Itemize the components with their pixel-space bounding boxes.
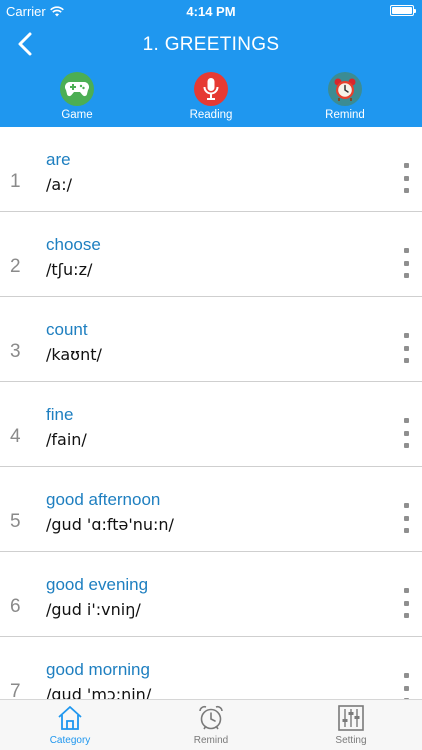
item-word: count <box>46 320 88 339</box>
list-item[interactable]: 3 count /kaʊnt/ <box>0 297 422 382</box>
reading-button[interactable]: Reading <box>166 72 256 121</box>
alarm-clock-icon <box>328 72 362 106</box>
game-button[interactable]: Game <box>32 72 122 121</box>
tab-category-label: Category <box>49 735 91 746</box>
tab-setting-label: Setting <box>335 735 367 746</box>
more-options-icon[interactable] <box>400 333 412 363</box>
status-time: 4:14 PM <box>186 4 236 19</box>
tab-setting[interactable]: Setting <box>301 704 401 746</box>
item-number: 7 <box>10 681 21 699</box>
item-number: 3 <box>10 341 21 362</box>
home-icon <box>58 706 82 730</box>
more-options-icon[interactable] <box>400 418 412 448</box>
more-options-icon[interactable] <box>400 503 412 533</box>
tab-bar: Category Remind Setting <box>0 699 422 750</box>
remind-label: Remind <box>325 109 365 121</box>
item-word: choose <box>46 235 101 254</box>
header: Carrier 4:14 PM 1. GREETINGS Game Readin… <box>0 0 422 127</box>
more-options-icon[interactable] <box>400 673 412 699</box>
tab-remind-label: Remind <box>193 735 229 746</box>
list-item[interactable]: 6 good evening /gud i':vniŋ/ <box>0 552 422 637</box>
item-word: good evening <box>46 575 149 594</box>
item-phonetic: /a:/ <box>46 175 72 194</box>
list-item[interactable]: 2 choose /tʃu:z/ <box>0 212 422 297</box>
remind-button[interactable]: Remind <box>300 72 390 121</box>
status-bar: Carrier 4:14 PM <box>0 0 422 22</box>
sliders-icon <box>338 705 364 731</box>
item-phonetic: /gud i':vniŋ/ <box>46 600 141 619</box>
item-number: 2 <box>10 256 21 277</box>
item-phonetic: /kaʊnt/ <box>46 345 102 364</box>
tab-remind[interactable]: Remind <box>161 704 261 746</box>
tab-category[interactable]: Category <box>20 704 120 746</box>
item-phonetic: /tʃu:z/ <box>46 260 93 279</box>
list-item[interactable]: 7 good morning /gud 'mɔ:niŋ/ <box>0 637 422 699</box>
item-number: 6 <box>10 596 21 617</box>
game-label: Game <box>61 109 93 121</box>
item-phonetic: /gud 'mɔ:niŋ/ <box>46 685 152 699</box>
battery-icon <box>390 5 416 16</box>
page-title: 1. GREETINGS <box>142 34 280 55</box>
item-phonetic: /gud 'ɑ:ftə'nu:n/ <box>46 515 174 534</box>
action-bar: Game Reading Remind <box>0 72 422 124</box>
more-options-icon[interactable] <box>400 163 412 193</box>
item-phonetic: /fain/ <box>46 430 87 449</box>
item-number: 5 <box>10 511 21 532</box>
item-number: 4 <box>10 426 21 447</box>
item-word: good morning <box>46 660 150 679</box>
list-item[interactable]: 5 good afternoon /gud 'ɑ:ftə'nu:n/ <box>0 467 422 552</box>
microphone-icon <box>194 72 228 106</box>
more-options-icon[interactable] <box>400 248 412 278</box>
nav-bar: 1. GREETINGS <box>0 22 422 66</box>
gamepad-icon <box>60 72 94 106</box>
alarm-clock-icon <box>199 705 223 730</box>
reading-label: Reading <box>189 109 233 121</box>
item-number: 1 <box>10 171 21 192</box>
item-word: good afternoon <box>46 490 161 509</box>
list-item[interactable]: 4 fine /fain/ <box>0 382 422 467</box>
item-word: fine <box>46 405 74 424</box>
item-word: are <box>46 150 71 169</box>
word-list: 1 are /a:/ 2 choose /tʃu:z/ 3 count /kaʊ… <box>0 127 422 699</box>
more-options-icon[interactable] <box>400 588 412 618</box>
list-item[interactable]: 1 are /a:/ <box>0 127 422 212</box>
